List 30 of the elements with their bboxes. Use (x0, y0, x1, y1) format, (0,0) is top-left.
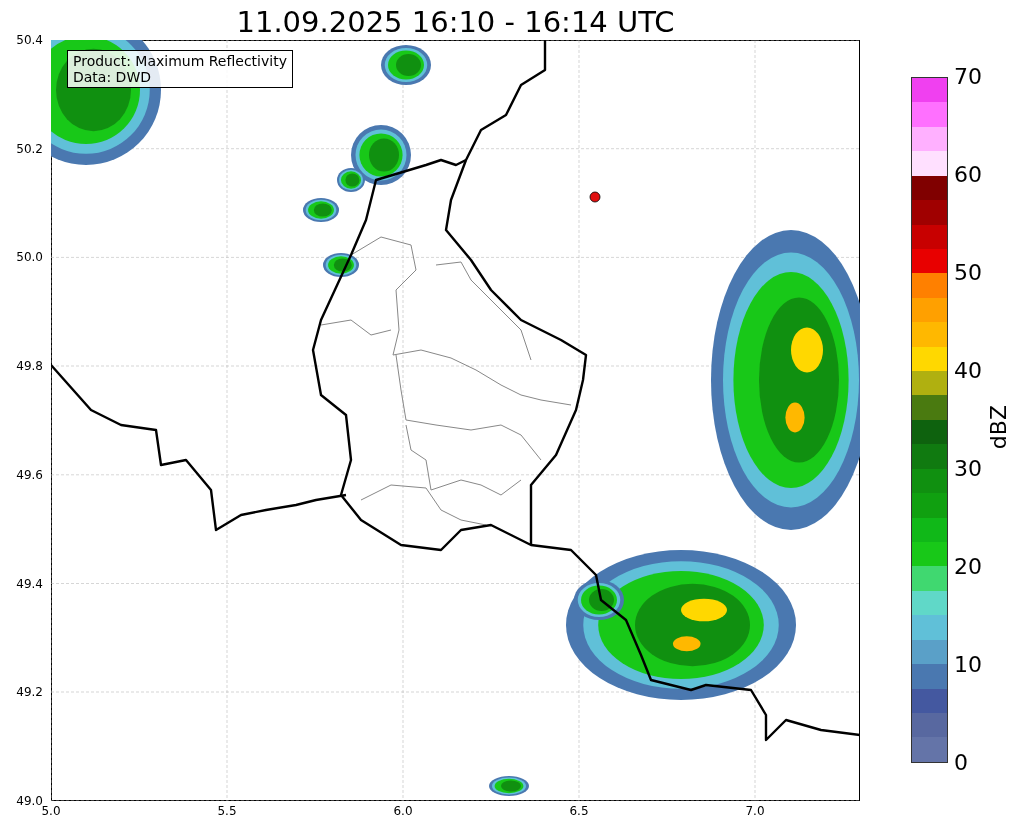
x-axis-tick-label: 5.0 (41, 804, 62, 818)
radar-echo (323, 253, 359, 277)
info-text: Data: DWD (73, 69, 152, 85)
colorbar-tick-label: 70 (954, 64, 982, 90)
radar-echo (381, 45, 431, 85)
info-text: Product: Maximum Reflectivity (73, 53, 287, 69)
colorbar-tick-label: 50 (954, 260, 982, 286)
y-axis-tick-label: 49.8 (15, 359, 44, 374)
radar-echo (489, 776, 529, 796)
y-axis-tick-label: 49.0 (15, 793, 44, 808)
chart-title: 11.09.2025 16:10 - 16:14 UTC (235, 4, 676, 40)
x-axis-tick-label: 7.0 (744, 804, 766, 818)
x-axis-tick-label: 6.5 (568, 804, 590, 818)
y-axis-tick-label: 50.4 (15, 33, 44, 47)
y-axis-tick-label: 49.6 (15, 467, 44, 482)
colorbar-tick-label: 0 (954, 750, 969, 776)
colorbar-tick-label: 60 (954, 162, 982, 188)
y-axis-tick-label: 50.0 (15, 250, 44, 265)
colorbar-tick-label: 30 (954, 456, 982, 482)
location-marker (589, 191, 601, 203)
colorbar-tick-label: 20 (954, 554, 982, 580)
x-axis-tick-label: 5.5 (216, 804, 238, 818)
x-axis-tick-label: 6.0 (392, 804, 414, 818)
y-axis-tick-label: 50.2 (15, 141, 44, 156)
radar-echo (303, 198, 339, 222)
colorbar-tick-label: 10 (954, 652, 982, 678)
y-axis-tick-label: 49.2 (15, 685, 44, 700)
colorbar-tick-label: 40 (954, 358, 982, 384)
y-axis-tick-label: 49.4 (15, 576, 44, 591)
colorbar-label: dBZ (986, 405, 1011, 450)
